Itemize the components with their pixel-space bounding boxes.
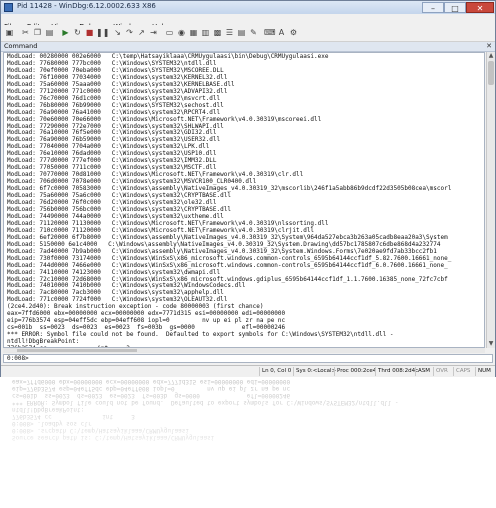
status-caps: CAPS [453, 367, 470, 376]
call-stack-icon[interactable]: ☰ [224, 28, 235, 38]
windbg-window: Pid 11428 - WinDbg:6.12.0002.633 X86 – □… [0, 0, 496, 377]
status-system: Sys 0:<Local> [293, 367, 336, 376]
title-bar[interactable]: Pid 11428 - WinDbg:6.12.0002.633 X86 – □… [1, 1, 495, 14]
scratch-pad-icon[interactable]: ✎ [248, 28, 259, 38]
vertical-scroll-thumb[interactable] [488, 61, 494, 85]
command-prompt: 0:008> [7, 355, 29, 362]
open-icon[interactable]: ▣ [4, 28, 15, 38]
status-bar: Ln 0, Col 0 Sys 0:<Local> Proc 000:2ce4 … [1, 365, 495, 377]
font-icon[interactable]: A [276, 28, 287, 38]
status-process: Proc 000:2ce4 [334, 367, 376, 376]
step-out-icon[interactable]: ↗ [136, 28, 147, 38]
maximize-button[interactable]: □ [444, 2, 466, 13]
run-to-cursor-icon[interactable]: ⇥ [148, 28, 159, 38]
paste-icon[interactable]: ▤ [44, 28, 55, 38]
cut-icon[interactable]: ✂ [20, 28, 31, 38]
minimize-button[interactable]: – [422, 2, 444, 13]
source-mode-icon[interactable]: ⌨ [264, 28, 276, 38]
horizontal-scroll-thumb[interactable] [17, 349, 137, 352]
command-output-text: ModLoad: 00280000 002e6000 C:\temp\Hatsa… [7, 53, 452, 347]
command-input-line[interactable]: 0:008> [3, 354, 493, 363]
command-close-icon[interactable]: ✕ [486, 42, 492, 51]
windbg-app-icon [4, 3, 13, 12]
status-line-col: Ln 0, Col 0 [259, 367, 291, 376]
reflection-fade [0, 378, 496, 508]
command-window-title: Command [4, 42, 38, 50]
scroll-up-icon[interactable]: ▲ [487, 52, 495, 60]
step-over-icon[interactable]: ↷ [124, 28, 135, 38]
locals-icon[interactable]: ▦ [188, 28, 199, 38]
vertical-scrollbar[interactable]: ▲ ▼ [486, 52, 495, 348]
registers-icon[interactable]: ▥ [200, 28, 211, 38]
status-ovr: OVR [433, 367, 448, 376]
copy-icon[interactable]: ❐ [32, 28, 43, 38]
step-into-icon[interactable]: ↘ [112, 28, 123, 38]
memory-icon[interactable]: ▩ [212, 28, 223, 38]
command-output[interactable]: ModLoad: 00280000 002e6000 C:\temp\Hatsa… [3, 52, 485, 348]
close-button[interactable]: ✕ [466, 2, 494, 13]
window-title: Pid 11428 - WinDbg:6.12.0002.633 X86 [17, 2, 156, 10]
watch-icon[interactable]: ◉ [176, 28, 187, 38]
status-num: NUM [475, 367, 491, 376]
command-icon[interactable]: ▭ [164, 28, 175, 38]
window-reflection: Source search path is: C:\temp\Hatsayikl… [0, 378, 496, 508]
toolbar: ▣ ✂ ❐ ▤ ▶ ↻ ■ ❚❚ ↘ ↷ ↗ ⇥ ▭ ◉ ▦ ▥ ▩ ☰ ▤ ✎… [1, 25, 495, 42]
command-window-header: Command ✕ [1, 42, 495, 52]
break-icon[interactable]: ❚❚ [96, 28, 109, 38]
stop-icon[interactable]: ■ [84, 28, 95, 38]
scroll-down-icon[interactable]: ▼ [487, 340, 495, 348]
restart-icon[interactable]: ↻ [72, 28, 83, 38]
disassembly-icon[interactable]: ▤ [236, 28, 247, 38]
status-thread: Thrd 008:2d4c [375, 367, 418, 376]
horizontal-scrollbar[interactable] [3, 348, 485, 353]
options-icon[interactable]: ⚙ [288, 28, 299, 38]
menu-bar: File Edit View Debug Window Help [1, 14, 495, 31]
go-icon[interactable]: ▶ [60, 28, 71, 38]
status-asm: ASM [415, 367, 430, 376]
